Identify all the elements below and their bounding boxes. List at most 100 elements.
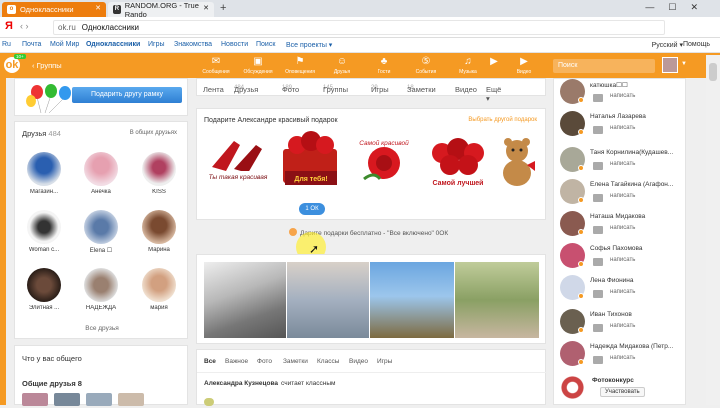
project-link[interactable]: Новости (221, 41, 248, 48)
yandex-logo-icon[interactable]: Я (5, 20, 13, 32)
avatar (142, 210, 176, 244)
window-controls[interactable]: —☐✕ (645, 2, 712, 13)
gift-roses[interactable]: Для тебя! (277, 131, 345, 189)
language-select[interactable]: Русский ▾ (652, 41, 683, 49)
photo-item[interactable] (370, 262, 454, 338)
chat-icon: ▣ (253, 56, 263, 67)
ok-search-input[interactable]: Поиск (553, 59, 655, 73)
feed-tab-video[interactable]: Видео (349, 358, 368, 365)
nav-video[interactable]: ▶ Видео (504, 56, 544, 75)
feed-tab-likes[interactable]: Классы (317, 358, 339, 365)
friend-item[interactable]: KISS (135, 152, 183, 195)
feed-author-link[interactable]: Александра Кузнецова (204, 380, 278, 387)
online-dot-icon (578, 261, 584, 267)
friends-title[interactable]: Друзья 484 (22, 129, 61, 138)
help-link[interactable]: Помощь (683, 41, 710, 48)
groups-back-link[interactable]: ‹ Группы (32, 61, 62, 70)
nav-guests[interactable]: ♣ Гости (364, 56, 404, 75)
envelope-icon (593, 194, 603, 202)
svg-text:Самой лучшей: Самой лучшей (433, 179, 484, 187)
gift-frame-button[interactable]: Подарить другу рамку (72, 87, 182, 103)
common-friends-thumbs[interactable] (22, 393, 150, 408)
project-link[interactable]: Знакомства (174, 41, 212, 48)
close-tab-icon[interactable]: ✕ (203, 4, 209, 12)
common-friends-count[interactable]: Общие друзья 8 (22, 379, 82, 388)
tab-random-org[interactable]: R RANDOM.ORG - True Rando ✕ (108, 1, 214, 19)
feed-tab-notes[interactable]: Заметки (283, 358, 308, 365)
balloons-icon (26, 84, 71, 113)
envelope-icon (593, 290, 603, 298)
photo-item[interactable] (287, 262, 369, 338)
friend-item[interactable]: Марина (135, 210, 183, 253)
svg-text:Для тебя!: Для тебя! (294, 175, 327, 183)
online-dot-icon (578, 129, 584, 135)
tab-notes[interactable]: Заметки 18 (407, 82, 436, 94)
video-icon: ▶ (520, 56, 528, 67)
contact-item[interactable]: Надежда Мидакова (Петр... написать (560, 339, 684, 379)
avatar (142, 268, 176, 302)
chevron-down-icon[interactable]: ▼ (681, 61, 687, 67)
project-link[interactable]: Игры (148, 41, 165, 48)
new-tab-icon[interactable]: + (220, 2, 226, 14)
gift-ok-button[interactable]: 1 ОК (299, 203, 325, 215)
svg-text:Ты такая красивая: Ты такая красивая (209, 174, 268, 181)
scrollbar[interactable] (706, 55, 720, 405)
friend-item[interactable]: мария (135, 268, 183, 311)
gift-frame-card: Подарить другу рамку (14, 78, 188, 116)
tab-friends[interactable]: Друзья 484 (234, 82, 258, 94)
project-link[interactable]: Ru (2, 41, 11, 48)
nav-friends[interactable]: ☺ Друзья (322, 56, 362, 75)
friend-item[interactable]: Elena ☐ (77, 210, 125, 254)
photo-item[interactable] (455, 262, 539, 338)
user-avatar[interactable] (662, 57, 678, 73)
nav-discussions[interactable]: ▣ Обсуждения (238, 56, 278, 75)
feed-tab-all[interactable]: Все (204, 358, 216, 365)
gift-rose[interactable]: Самой красивой (350, 131, 418, 189)
avatar (142, 152, 176, 186)
project-link[interactable]: Поиск (256, 41, 275, 48)
common-card: Что у вас общего Общие друзья 8 (14, 345, 188, 408)
envelope-icon (593, 94, 603, 102)
nav-messages[interactable]: ✉ Сообщения (196, 56, 236, 75)
friend-item[interactable]: Woman c... (20, 210, 68, 253)
project-link[interactable]: Одноклассники (86, 41, 140, 48)
choose-other-gift-link[interactable]: Выбрать другой подарок (468, 117, 537, 123)
friend-item[interactable]: Магазин... (20, 152, 68, 195)
nav-notifications[interactable]: ⚑ Оповещения (280, 56, 320, 75)
tab-photos[interactable]: Фото 189 (282, 82, 299, 94)
common-friends-link[interactable]: В общих друзьях (130, 130, 177, 136)
friend-item[interactable]: Анечка (77, 152, 125, 195)
feed-tab-important[interactable]: Важное (225, 358, 248, 365)
divider (197, 372, 547, 373)
project-link[interactable]: Все проекты ▾ (286, 41, 332, 49)
nav-events[interactable]: ⑤ События (406, 56, 446, 75)
gift-shoes[interactable]: Ты такая красивая (204, 131, 272, 189)
url-domain: ok.ru (58, 23, 76, 32)
feed-tab-photo[interactable]: Фото (257, 358, 272, 365)
friends-card: Друзья 484 В общих друзьях Магазин... Ан… (14, 121, 188, 339)
footprints-icon: ♣ (380, 56, 388, 67)
tab-odnoklassniki[interactable]: о Одноклассники ✕ (2, 2, 106, 17)
envelope-icon (593, 324, 603, 332)
back-forward-icon[interactable]: ‹ › (20, 21, 29, 31)
random-favicon-icon: R (113, 5, 121, 14)
scrollbar-thumb (709, 63, 717, 81)
project-link[interactable]: Мой Мир (50, 41, 79, 48)
projects-bar: Ru Почта Мой Мир Одноклассники Игры Знак… (0, 38, 720, 53)
photo-item[interactable] (204, 262, 286, 338)
tab-games[interactable]: Игры 29 (371, 82, 389, 94)
close-tab-icon[interactable]: ✕ (95, 4, 101, 12)
gift-teddy-bear[interactable] (495, 131, 539, 189)
friend-item[interactable]: Элитная ... (20, 268, 68, 311)
friend-item[interactable]: НАДЕЖДА (77, 268, 125, 311)
gift-roses-best[interactable]: Самой лучшей (424, 131, 492, 189)
participate-button[interactable]: Участвовать (600, 387, 645, 397)
contest-logo-icon (560, 375, 585, 400)
ok-logo-icon[interactable]: ok (4, 57, 20, 73)
all-friends-link[interactable]: Все друзья (15, 325, 189, 332)
url-field[interactable]: ok.ru Одноклассники (53, 20, 665, 35)
tab-groups[interactable]: Группы 145 (323, 82, 348, 94)
project-link[interactable]: Почта (22, 41, 41, 48)
contact-item[interactable]: Наталья Лазарева написать (560, 109, 684, 149)
feed-tab-games[interactable]: Игры (377, 358, 392, 365)
